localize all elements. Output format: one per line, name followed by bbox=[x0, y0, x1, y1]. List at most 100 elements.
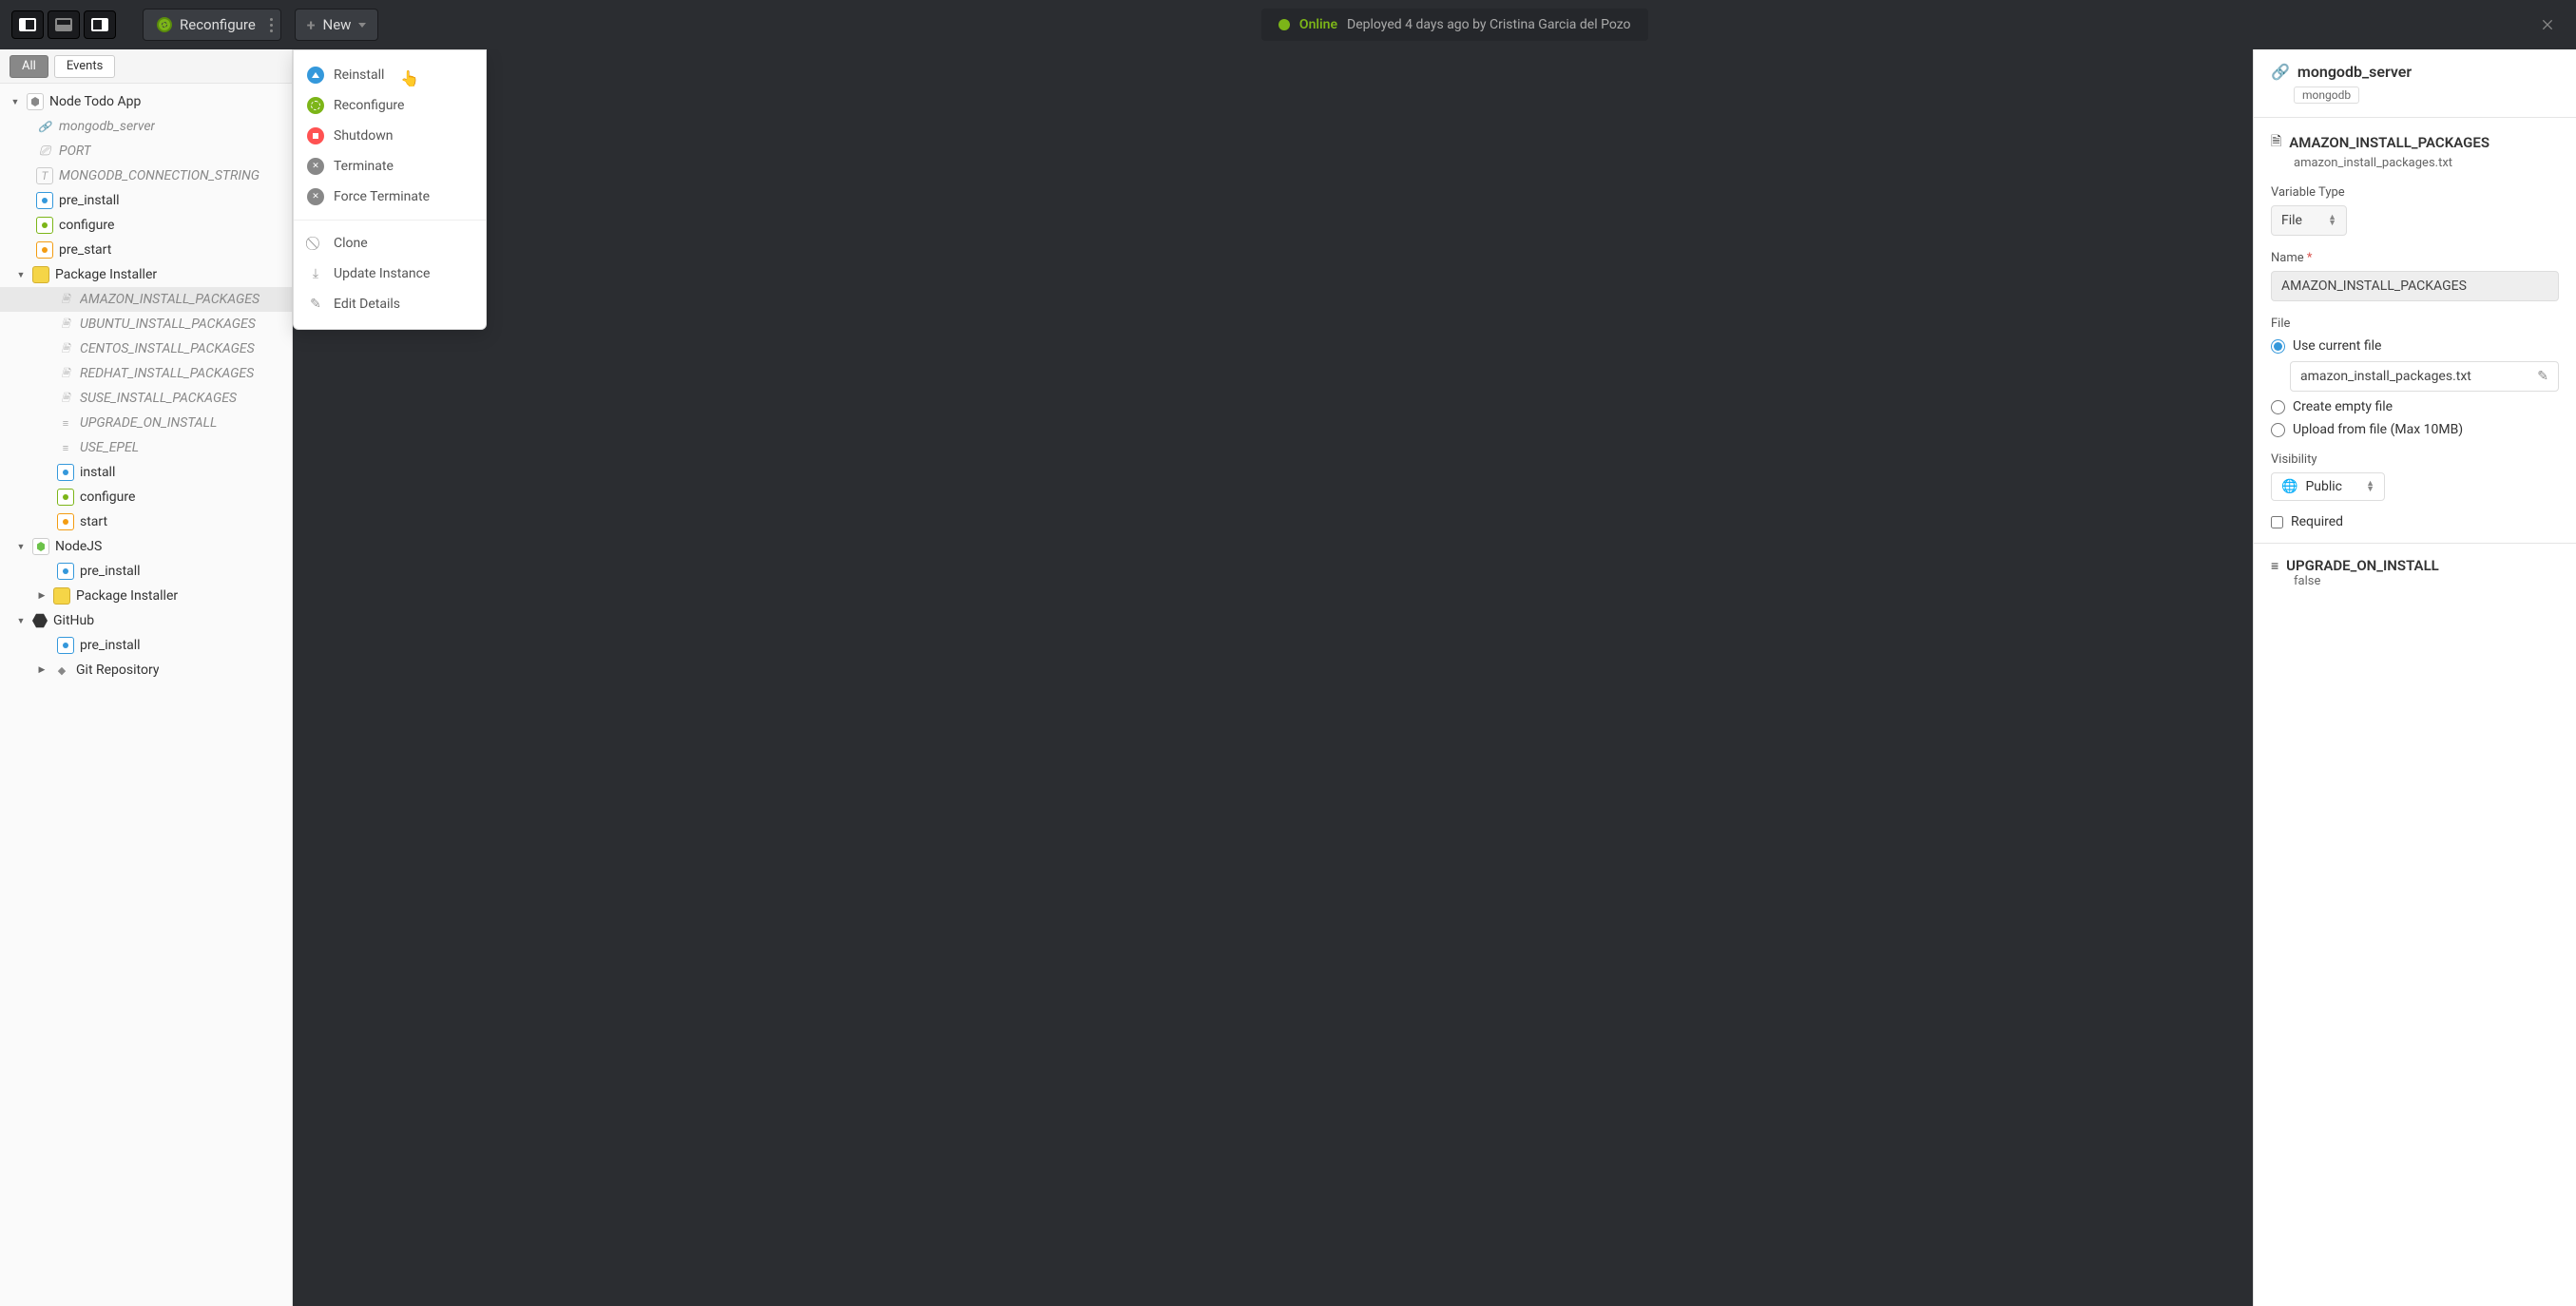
menu-label: Edit Details bbox=[334, 297, 400, 312]
tree-github[interactable]: ▼ GitHub bbox=[0, 608, 292, 633]
radio-create-empty-file[interactable]: Create empty file bbox=[2271, 399, 2559, 414]
toggle-left-panel-button[interactable] bbox=[11, 10, 44, 39]
tree-upgrade-on-install[interactable]: ≡ UPGRADE_ON_INSTALL bbox=[0, 411, 292, 435]
toggle-bottom-panel-button[interactable] bbox=[48, 10, 80, 39]
reinstall-icon bbox=[307, 67, 324, 84]
chevron-down-icon bbox=[358, 23, 366, 28]
divider bbox=[2254, 543, 2576, 544]
menu-shutdown[interactable]: Shutdown bbox=[294, 121, 486, 151]
tree-git-repository[interactable]: ▶ ◆ Git Repository bbox=[0, 658, 292, 682]
tree-pre-start[interactable]: pre_start bbox=[0, 238, 292, 262]
lines-icon: ≡ bbox=[57, 414, 74, 432]
clone-icon: ⃠ bbox=[307, 235, 324, 252]
tree-suse-install-packages[interactable]: 🗎 SUSE_INSTALL_PACKAGES bbox=[0, 386, 292, 411]
tree-label: start bbox=[80, 514, 107, 529]
tree-use-epel[interactable]: ≡ USE_EPEL bbox=[0, 435, 292, 460]
tree-github-pre-install[interactable]: pre_install bbox=[0, 633, 292, 658]
tree-label: NodeJS bbox=[55, 539, 102, 554]
tree-nodejs-pre-install[interactable]: pre_install bbox=[0, 559, 292, 584]
tree-label: USE_EPEL bbox=[80, 440, 139, 455]
new-label: New bbox=[323, 16, 352, 33]
tree-pre-install[interactable]: pre_install bbox=[0, 188, 292, 213]
filter-all[interactable]: All bbox=[10, 55, 48, 78]
reconfigure-menu-button[interactable] bbox=[262, 9, 281, 41]
tree-package-installer[interactable]: ▼ Package Installer bbox=[0, 262, 292, 287]
required-checkbox-row[interactable]: Required bbox=[2271, 514, 2559, 529]
radio-input[interactable] bbox=[2271, 423, 2285, 437]
menu-terminate[interactable]: Terminate bbox=[294, 151, 486, 182]
details-server-tag: mongodb bbox=[2294, 86, 2359, 104]
required-checkbox[interactable] bbox=[2271, 516, 2283, 528]
toggle-right-panel-button[interactable] bbox=[84, 10, 116, 39]
file-icon: 🗎 bbox=[57, 390, 74, 407]
menu-edit-details[interactable]: ✎ Edit Details bbox=[294, 289, 486, 319]
chevron-down-icon: ▼ bbox=[15, 542, 27, 552]
tree-centos-install-packages[interactable]: 🗎 CENTOS_INSTALL_PACKAGES bbox=[0, 336, 292, 361]
script-icon bbox=[36, 192, 53, 209]
close-icon bbox=[2540, 17, 2555, 32]
new-button[interactable]: + New bbox=[295, 9, 379, 41]
tree-install[interactable]: install bbox=[0, 460, 292, 485]
center-canvas: Reinstall Reconfigure Shutdown Terminate… bbox=[293, 49, 2253, 1306]
current-file-box[interactable]: amazon_install_packages.txt ✎ bbox=[2290, 361, 2559, 392]
menu-label: Shutdown bbox=[334, 128, 393, 144]
radio-input[interactable] bbox=[2271, 400, 2285, 414]
radio-upload-from-file[interactable]: Upload from file (Max 10MB) bbox=[2271, 422, 2559, 437]
script-icon bbox=[36, 241, 53, 259]
tree-label: AMAZON_INSTALL_PACKAGES bbox=[80, 292, 260, 307]
plus-icon: + bbox=[307, 16, 316, 34]
tree-label: UPGRADE_ON_INSTALL bbox=[80, 415, 217, 431]
radio-label: Create empty file bbox=[2293, 399, 2393, 414]
tree-nodejs[interactable]: ▼ NodeJS bbox=[0, 534, 292, 559]
menu-reinstall[interactable]: Reinstall bbox=[294, 60, 486, 90]
variable-type-select[interactable]: File ▲▼ bbox=[2271, 205, 2347, 236]
menu-label: Terminate bbox=[334, 159, 394, 174]
tree-redhat-install-packages[interactable]: 🗎 REDHAT_INSTALL_PACKAGES bbox=[0, 361, 292, 386]
menu-separator bbox=[294, 220, 486, 221]
status-dot-icon bbox=[1278, 19, 1290, 30]
sidebar: All Events ▼ Node Todo App 🔗 mongodb_ser… bbox=[0, 49, 293, 1306]
filter-events[interactable]: Events bbox=[54, 55, 115, 78]
text-var-icon: T bbox=[36, 167, 53, 184]
radio-label: Upload from file (Max 10MB) bbox=[2293, 422, 2463, 437]
reconfigure-icon bbox=[307, 97, 324, 114]
tree-configure-2[interactable]: configure bbox=[0, 485, 292, 509]
tree-root-node-todo-app[interactable]: ▼ Node Todo App bbox=[0, 89, 292, 114]
tree-label: CENTOS_INSTALL_PACKAGES bbox=[80, 341, 255, 356]
tree-mongodb-server[interactable]: 🔗 mongodb_server bbox=[0, 114, 292, 139]
script-icon bbox=[57, 563, 74, 580]
close-button[interactable] bbox=[2530, 8, 2565, 42]
actions-dropdown: Reinstall Reconfigure Shutdown Terminate… bbox=[293, 49, 487, 330]
tree-mongodb-connection-string[interactable]: T MONGODB_CONNECTION_STRING bbox=[0, 163, 292, 188]
name-input[interactable]: AMAZON_INSTALL_PACKAGES bbox=[2271, 271, 2559, 301]
tree-amazon-install-packages[interactable]: 🗎 AMAZON_INSTALL_PACKAGES bbox=[0, 287, 292, 312]
link-icon: 🔗 bbox=[36, 118, 53, 135]
status-online-label: Online bbox=[1299, 17, 1337, 32]
edit-file-button[interactable]: ✎ bbox=[2537, 369, 2548, 384]
menu-label: Reinstall bbox=[334, 67, 384, 83]
reconfigure-button[interactable]: Reconfigure bbox=[143, 9, 270, 41]
tree-start[interactable]: start bbox=[0, 509, 292, 534]
tree-ubuntu-install-packages[interactable]: 🗎 UBUNTU_INSTALL_PACKAGES bbox=[0, 312, 292, 336]
script-icon bbox=[57, 464, 74, 481]
tree-label: configure bbox=[59, 218, 114, 233]
terminate-icon bbox=[307, 158, 324, 175]
menu-clone[interactable]: ⃠ Clone bbox=[294, 228, 486, 259]
panel-bottom-icon bbox=[55, 18, 72, 31]
radio-use-current-file[interactable]: Use current file bbox=[2271, 338, 2559, 354]
radio-input[interactable] bbox=[2271, 339, 2285, 354]
chevron-right-icon: ▶ bbox=[36, 591, 48, 601]
menu-update-instance[interactable]: ⤓ Update Instance bbox=[294, 259, 486, 289]
reconfigure-label: Reconfigure bbox=[180, 16, 256, 33]
details-panel: 🔗 mongodb_server mongodb 🗎 AMAZON_INSTAL… bbox=[2253, 49, 2576, 1306]
visibility-select[interactable]: 🌐 Public ▲▼ bbox=[2271, 472, 2385, 501]
tree-port[interactable]: ⎚ PORT bbox=[0, 139, 292, 163]
menu-reconfigure[interactable]: Reconfigure bbox=[294, 90, 486, 121]
variable-title: AMAZON_INSTALL_PACKAGES bbox=[2289, 134, 2489, 151]
divider bbox=[2254, 117, 2576, 118]
variable-type-value: File bbox=[2281, 213, 2302, 228]
menu-force-terminate[interactable]: Force Terminate bbox=[294, 182, 486, 212]
app-icon bbox=[27, 93, 44, 110]
tree-configure[interactable]: configure bbox=[0, 213, 292, 238]
tree-nodejs-package-installer[interactable]: ▶ Package Installer bbox=[0, 584, 292, 608]
